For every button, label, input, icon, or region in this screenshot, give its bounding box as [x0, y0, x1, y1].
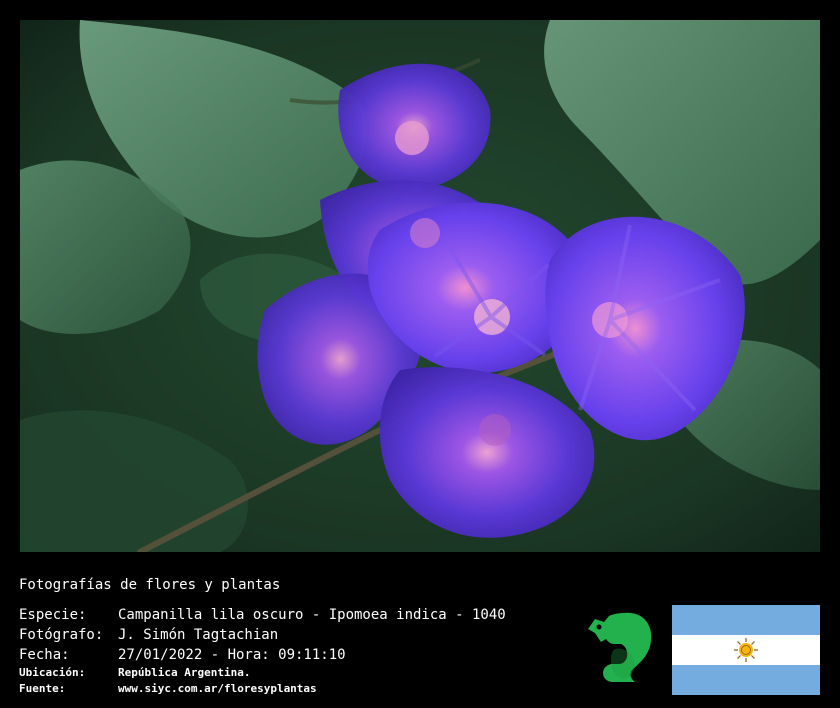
- location-value: República Argentina.: [118, 666, 251, 679]
- location-row: Ubicación: República Argentina.: [19, 665, 559, 681]
- location-label: Ubicación:: [19, 666, 86, 679]
- source-label: Fuente:: [19, 682, 66, 695]
- species-value: Campanilla lila oscuro - Ipomoea indica …: [118, 607, 506, 623]
- flower-photo: [20, 20, 820, 552]
- flag-top-band: [672, 605, 820, 635]
- photographer-value: J. Simón Tagtachian: [118, 627, 279, 643]
- photo-caption: Fotografías de flores y plantas Especie:…: [19, 575, 559, 697]
- caption-title: Fotografías de flores y plantas: [19, 577, 281, 593]
- sun-of-may-icon: [734, 638, 758, 662]
- photographer-row: Fotógrafo: J. Simón Tagtachian: [19, 625, 559, 645]
- source-value: www.siyc.com.ar/floresyplantas: [118, 682, 317, 695]
- species-label: Especie:: [19, 607, 87, 623]
- green-squirrel-icon: [577, 607, 657, 687]
- flag-bottom-band: [672, 665, 820, 695]
- source-row: Fuente: www.siyc.com.ar/floresyplantas: [19, 681, 559, 697]
- argentina-flag-icon: [672, 605, 820, 695]
- date-label: Fecha:: [19, 647, 70, 663]
- photographer-label: Fotógrafo:: [19, 627, 104, 643]
- date-value: 27/01/2022 - Hora: 09:11:10: [118, 647, 346, 663]
- date-row: Fecha: 27/01/2022 - Hora: 09:11:10: [19, 645, 559, 665]
- species-row: Especie: Campanilla lila oscuro - Ipomoe…: [19, 605, 559, 625]
